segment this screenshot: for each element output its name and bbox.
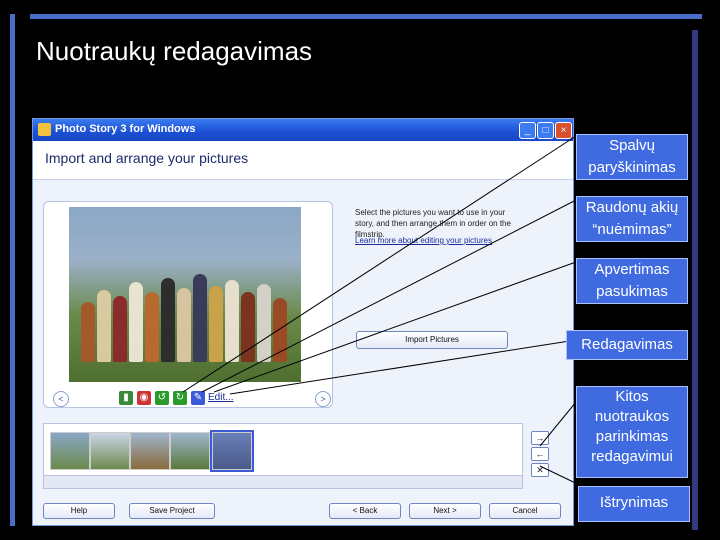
callout-select-other: Kitos nuotraukos parinkimas redagavimui [576,386,688,478]
callout-color-enhance: Spalvų paryškinimas [576,134,688,180]
callout-delete: Ištrynimas [578,486,690,522]
callout-rotate: Apvertimas pasukimas [576,258,688,304]
callout-edit: Redagavimas [566,330,688,360]
callout-red-eye: Raudonų akių “nuėmimas” [576,196,688,242]
